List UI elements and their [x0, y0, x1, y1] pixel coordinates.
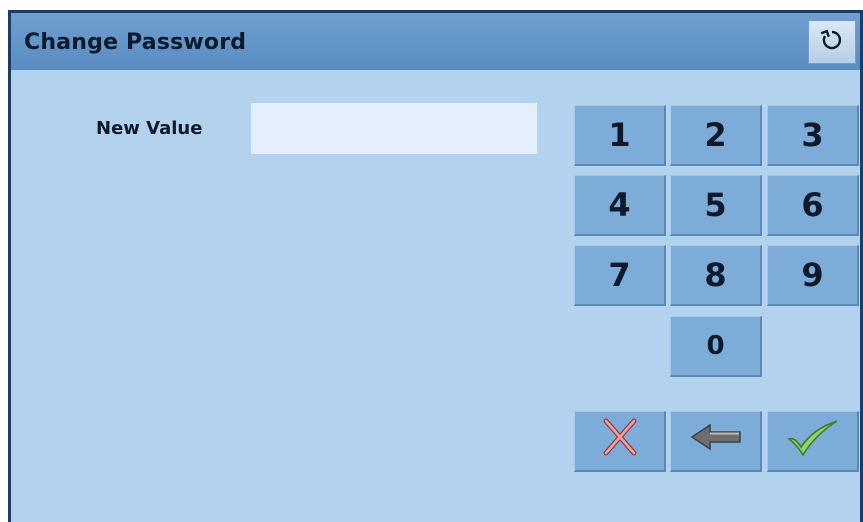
refresh-icon: [819, 29, 845, 55]
cancel-button[interactable]: [574, 411, 666, 472]
confirm-button[interactable]: [767, 411, 859, 472]
refresh-button[interactable]: [808, 20, 856, 64]
key-7[interactable]: 7: [574, 245, 666, 306]
key-9[interactable]: 9: [767, 245, 859, 306]
backspace-button[interactable]: [670, 411, 762, 472]
key-4[interactable]: 4: [574, 175, 666, 236]
confirm-check-icon: [785, 417, 841, 465]
key-2[interactable]: 2: [670, 105, 762, 166]
key-5[interactable]: 5: [670, 175, 762, 236]
key-1[interactable]: 1: [574, 105, 666, 166]
key-6[interactable]: 6: [767, 175, 859, 236]
new-value-label: New Value: [96, 118, 203, 139]
key-0[interactable]: 0: [670, 316, 762, 377]
title-bar: Change Password: [11, 13, 860, 70]
key-3[interactable]: 3: [767, 105, 859, 166]
dialog-title: Change Password: [24, 30, 247, 55]
new-value-input[interactable]: [251, 103, 537, 154]
backspace-arrow-icon: [688, 421, 744, 461]
key-8[interactable]: 8: [670, 245, 762, 306]
cancel-x-icon: [598, 415, 642, 467]
